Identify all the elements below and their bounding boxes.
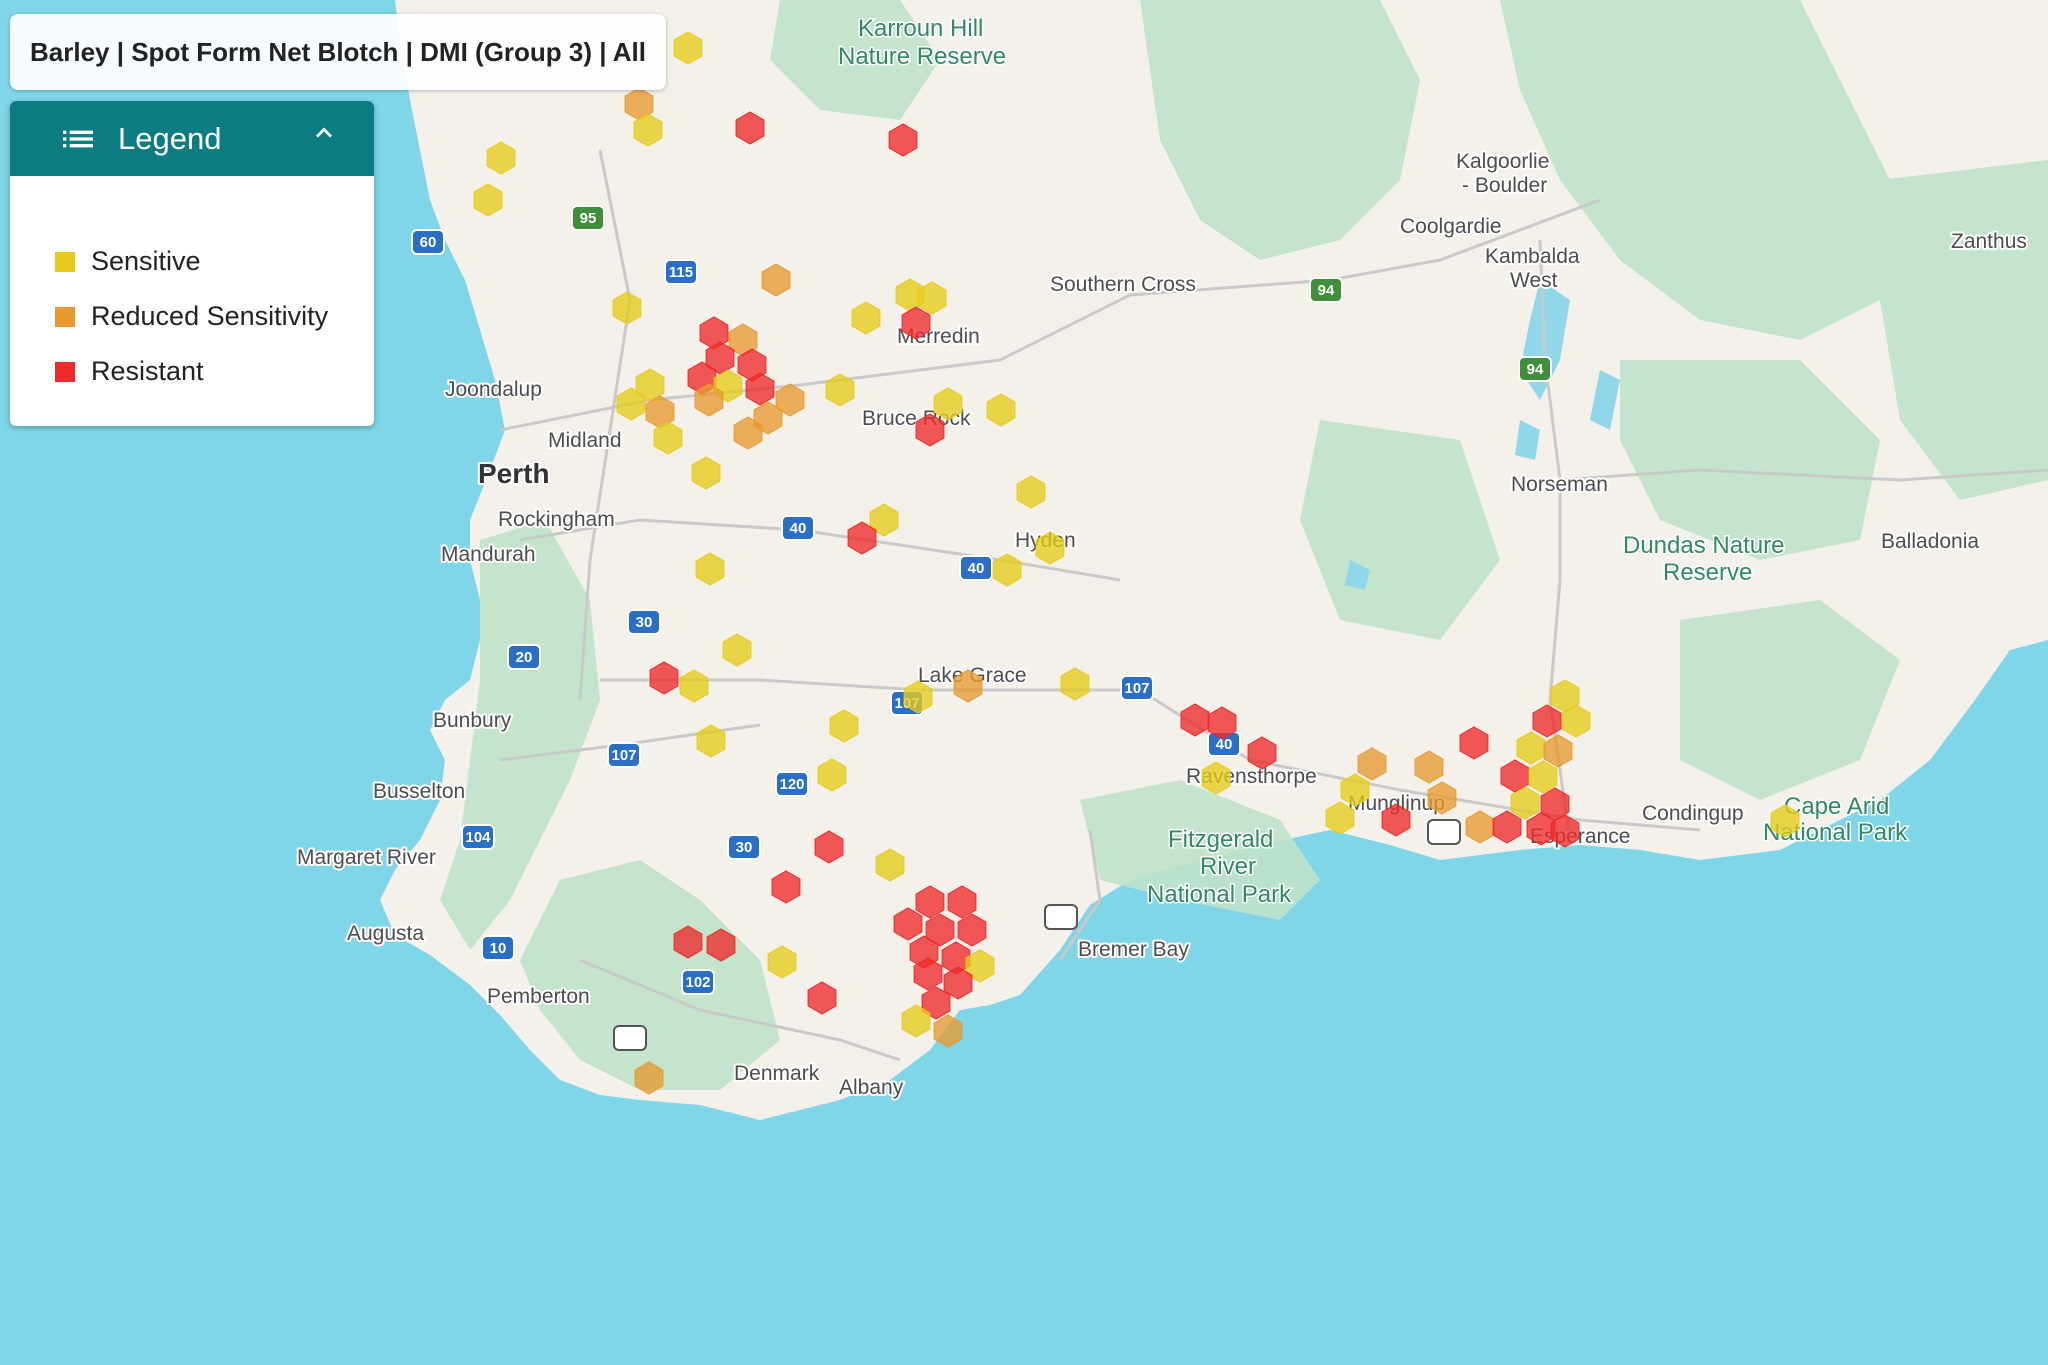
svg-text:Kalgoorlie: Kalgoorlie bbox=[1456, 150, 1549, 173]
map-title: Barley | Spot Form Net Blotch | DMI (Gro… bbox=[10, 14, 667, 90]
legend-panel: Legend Sensitive Reduced Sensitivity Res… bbox=[10, 101, 374, 426]
list-icon bbox=[63, 130, 93, 147]
reduced-swatch bbox=[55, 306, 75, 327]
svg-text:Nature Reserve: Nature Reserve bbox=[838, 43, 1006, 70]
svg-text:Norseman: Norseman bbox=[1511, 473, 1608, 496]
svg-text:1: 1 bbox=[1057, 909, 1065, 926]
legend-items: Sensitive Reduced Sensitivity Resistant bbox=[10, 176, 374, 399]
svg-text:120: 120 bbox=[779, 776, 804, 793]
svg-text:Dundas Nature: Dundas Nature bbox=[1623, 532, 1784, 559]
legend-item-reduced-sensitivity: Reduced Sensitivity bbox=[55, 289, 374, 344]
svg-text:National Park: National Park bbox=[1147, 881, 1292, 908]
legend-label: Sensitive bbox=[91, 246, 201, 276]
road-shield-94: 94 bbox=[1518, 356, 1552, 382]
road-shield-10: 10 bbox=[481, 935, 515, 961]
road-shield-1: 1 bbox=[613, 1025, 647, 1051]
road-shield-1: 1 bbox=[1427, 819, 1461, 845]
svg-text:1: 1 bbox=[1440, 824, 1448, 841]
road-shield-115: 115 bbox=[664, 259, 698, 285]
road-shield-95: 95 bbox=[571, 205, 605, 231]
road-shield-20: 20 bbox=[507, 644, 541, 670]
legend-header[interactable]: Legend bbox=[10, 101, 374, 176]
svg-text:104: 104 bbox=[465, 829, 491, 846]
svg-text:20: 20 bbox=[516, 649, 533, 666]
svg-text:30: 30 bbox=[636, 614, 653, 631]
svg-text:94: 94 bbox=[1527, 361, 1544, 378]
svg-text:Condingup: Condingup bbox=[1642, 802, 1744, 825]
svg-text:115: 115 bbox=[669, 264, 693, 281]
svg-text:- Boulder: - Boulder bbox=[1462, 174, 1547, 197]
svg-text:Coolgardie: Coolgardie bbox=[1400, 215, 1502, 238]
svg-text:Joondalup: Joondalup bbox=[445, 378, 542, 401]
svg-text:West: West bbox=[1510, 269, 1558, 292]
svg-text:Denmark: Denmark bbox=[734, 1062, 820, 1085]
svg-text:107: 107 bbox=[611, 747, 636, 764]
svg-text:Cape Arid: Cape Arid bbox=[1784, 793, 1889, 820]
svg-text:107: 107 bbox=[1124, 680, 1149, 697]
road-shield-107: 107 bbox=[1120, 675, 1154, 701]
road-shield-107: 107 bbox=[607, 742, 641, 768]
svg-text:Reserve: Reserve bbox=[1663, 559, 1752, 586]
legend-label: Resistant bbox=[91, 356, 204, 386]
svg-text:30: 30 bbox=[736, 839, 753, 856]
svg-text:Midland: Midland bbox=[548, 429, 622, 452]
svg-text:Bremer Bay: Bremer Bay bbox=[1078, 938, 1189, 961]
road-shield-30: 30 bbox=[627, 609, 661, 635]
legend-label: Reduced Sensitivity bbox=[91, 301, 329, 331]
svg-text:94: 94 bbox=[1318, 282, 1335, 299]
road-shield-102: 102 bbox=[681, 969, 715, 995]
road-shield-60: 60 bbox=[411, 229, 445, 255]
svg-text:Bunbury: Bunbury bbox=[433, 709, 512, 732]
legend-item-sensitive: Sensitive bbox=[55, 234, 374, 289]
svg-text:Karroun Hill: Karroun Hill bbox=[858, 15, 983, 42]
svg-text:40: 40 bbox=[968, 560, 985, 577]
road-shield-40: 40 bbox=[959, 555, 993, 581]
svg-text:Margaret River: Margaret River bbox=[297, 846, 436, 869]
svg-text:40: 40 bbox=[790, 520, 807, 537]
svg-text:River: River bbox=[1200, 853, 1256, 880]
svg-text:Zanthus: Zanthus bbox=[1951, 230, 2027, 253]
road-shield-1: 1 bbox=[1044, 904, 1078, 930]
svg-text:95: 95 bbox=[580, 210, 597, 227]
svg-text:Perth: Perth bbox=[478, 458, 550, 489]
road-shield-40: 40 bbox=[781, 515, 815, 541]
road-shield-94: 94 bbox=[1309, 277, 1343, 303]
svg-text:Southern Cross: Southern Cross bbox=[1050, 273, 1196, 296]
svg-text:Albany: Albany bbox=[839, 1076, 904, 1099]
resistant-swatch bbox=[55, 361, 75, 382]
legend-item-resistant: Resistant bbox=[55, 344, 374, 399]
svg-text:Rockingham: Rockingham bbox=[498, 508, 615, 531]
svg-text:1: 1 bbox=[626, 1030, 634, 1047]
svg-text:10: 10 bbox=[490, 940, 507, 957]
svg-text:Balladonia: Balladonia bbox=[1881, 530, 1979, 553]
sensitive-swatch bbox=[55, 251, 75, 272]
road-shield-104: 104 bbox=[461, 824, 495, 850]
svg-text:Mandurah: Mandurah bbox=[441, 543, 536, 566]
svg-text:Busselton: Busselton bbox=[373, 780, 465, 803]
svg-text:102: 102 bbox=[685, 974, 710, 991]
svg-text:40: 40 bbox=[1216, 736, 1233, 753]
road-shield-30: 30 bbox=[727, 834, 761, 860]
legend-title: Legend bbox=[118, 120, 222, 156]
svg-text:60: 60 bbox=[420, 234, 437, 251]
chevron-up-icon[interactable] bbox=[310, 119, 338, 147]
svg-text:Pemberton: Pemberton bbox=[487, 985, 590, 1008]
svg-text:Kambalda: Kambalda bbox=[1485, 245, 1580, 268]
svg-text:Augusta: Augusta bbox=[347, 922, 424, 945]
svg-text:Fitzgerald: Fitzgerald bbox=[1168, 826, 1273, 853]
road-shield-120: 120 bbox=[775, 771, 809, 797]
